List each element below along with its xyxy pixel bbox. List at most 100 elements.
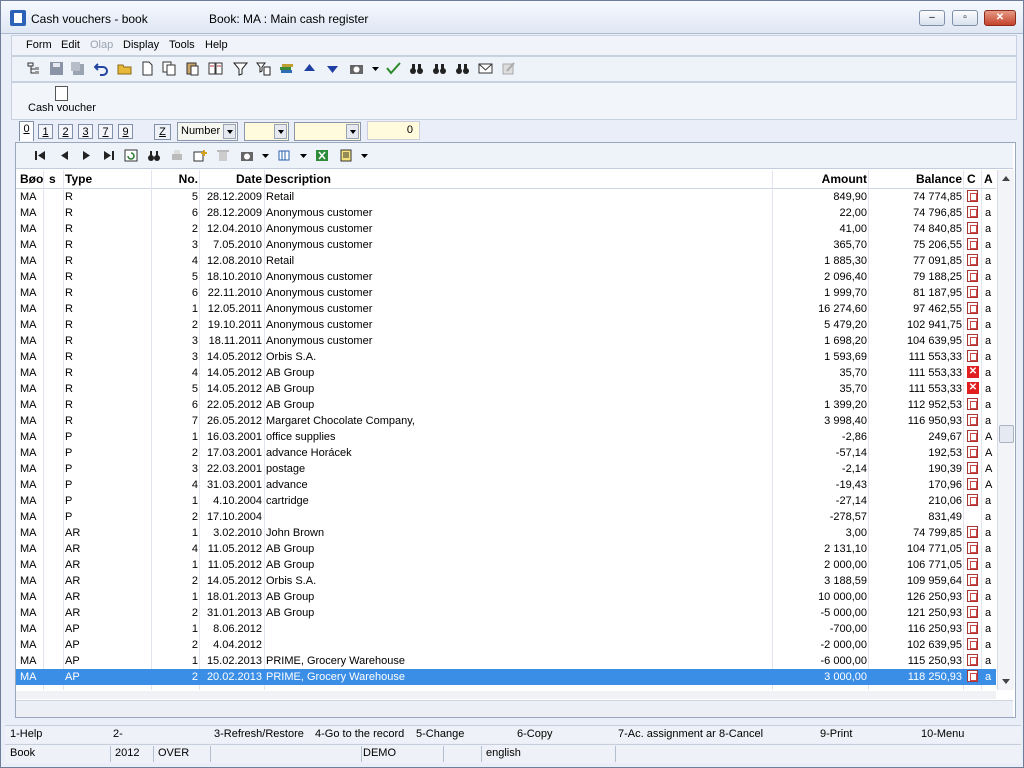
books-icon[interactable] bbox=[279, 61, 294, 76]
table-row[interactable]: MA AR 1 3.02.2010 John Brown 3,00 74 799,85 a bbox=[16, 525, 996, 541]
table-row[interactable]: MA AR 2 14.05.2012 Orbis S.A. 3 188,59 109 959… bbox=[16, 573, 996, 589]
attachment-document-icon[interactable] bbox=[967, 206, 978, 218]
table-row[interactable]: MA AP 2 20.02.2013 PRIME, Grocery Warehouse 3… bbox=[16, 669, 996, 685]
last-record-icon[interactable] bbox=[102, 149, 116, 162]
open-folder-icon[interactable] bbox=[117, 61, 132, 76]
attachment-document-icon[interactable] bbox=[967, 254, 978, 266]
scroll-thumb[interactable] bbox=[999, 425, 1014, 443]
fkey-8[interactable]: 8-Cancel bbox=[719, 728, 817, 740]
page-tab-9[interactable]: 9 bbox=[118, 124, 133, 139]
columns-icon[interactable] bbox=[278, 149, 292, 162]
table-row[interactable]: MA P 2 17.10.2004 -278,57 831,49 a bbox=[16, 509, 996, 525]
next-record-icon[interactable] bbox=[80, 149, 94, 162]
camera-dropdown-icon[interactable] bbox=[259, 149, 273, 162]
sort-field-select[interactable]: Number bbox=[177, 122, 238, 141]
table-row[interactable]: MA R 3 18.11.2011 Anonymous customer 1 698,20… bbox=[16, 333, 996, 349]
scroll-up-icon[interactable] bbox=[1002, 176, 1010, 181]
tree-icon[interactable] bbox=[26, 61, 41, 76]
camera-icon[interactable] bbox=[349, 61, 364, 76]
attachment-document-icon[interactable] bbox=[967, 590, 978, 602]
attachment-document-icon[interactable] bbox=[967, 302, 978, 314]
checkmark-arrow-icon[interactable] bbox=[386, 61, 401, 76]
filter-select-1[interactable] bbox=[244, 122, 289, 141]
attachment-document-icon[interactable] bbox=[967, 350, 978, 362]
table-row[interactable]: MA R 6 28.12.2009 Anonymous customer 22,00 74 … bbox=[16, 205, 996, 221]
fkey-1[interactable]: 1-Help bbox=[10, 728, 108, 740]
table-row[interactable]: MA R 5 14.05.2012 AB Group 35,70 111 553,33 a ✕ bbox=[16, 381, 996, 397]
table-row[interactable]: MA AR 4 11.05.2012 AB Group 2 131,10 104 771,0… bbox=[16, 541, 996, 557]
camera-icon[interactable] bbox=[240, 149, 254, 162]
maximize-button[interactable]: ▫ bbox=[952, 10, 978, 26]
col-amount[interactable]: Amount bbox=[776, 172, 867, 186]
chevron-down-icon[interactable] bbox=[274, 124, 287, 139]
table-row[interactable]: MA P 3 22.03.2001 postage -2,14 190,39 A bbox=[16, 461, 996, 477]
menu-edit[interactable]: Edit bbox=[61, 39, 80, 51]
table-row[interactable]: MA P 2 17.03.2001 advance Horácek -57,14 192,5… bbox=[16, 445, 996, 461]
table-row[interactable]: MA AR 2 31.01.2013 AB Group -5 000,00 121 250,… bbox=[16, 605, 996, 621]
table-row[interactable]: MA AR 1 11.05.2012 AB Group 2 000,00 106 771,0… bbox=[16, 557, 996, 573]
table-row[interactable]: MA R 7 26.05.2012 Margaret Chocolate Company… bbox=[16, 413, 996, 429]
paste-icon[interactable] bbox=[185, 61, 200, 76]
find-previous-icon[interactable] bbox=[455, 61, 470, 76]
attachment-document-icon[interactable] bbox=[967, 638, 978, 650]
filter-list-icon[interactable] bbox=[256, 61, 271, 76]
cancelled-x-icon[interactable]: ✕ bbox=[967, 382, 979, 394]
arrow-up-icon[interactable] bbox=[302, 61, 317, 76]
search-binoculars-icon[interactable] bbox=[147, 149, 161, 162]
attachment-document-icon[interactable] bbox=[967, 222, 978, 234]
save-icon[interactable] bbox=[49, 61, 64, 76]
book-icon[interactable] bbox=[208, 61, 223, 76]
table-row[interactable]: MA AP 1 8.06.2012 -700,00 116 250,93 a bbox=[16, 621, 996, 637]
attachment-document-icon[interactable] bbox=[967, 558, 978, 570]
col-balance[interactable]: Balance bbox=[868, 172, 962, 186]
col-c[interactable]: C bbox=[967, 172, 976, 186]
new-document-icon[interactable] bbox=[140, 61, 155, 76]
attachment-document-icon[interactable] bbox=[967, 270, 978, 282]
table-row[interactable]: MA R 6 22.05.2012 AB Group 1 399,20 112 952,53… bbox=[16, 397, 996, 413]
menu-tools[interactable]: Tools bbox=[169, 39, 195, 51]
table-row[interactable]: MA AP 1 15.02.2013 PRIME, Grocery Warehouse -… bbox=[16, 653, 996, 669]
table-row[interactable]: MA R 3 14.05.2012 Orbis S.A. 1 593,69 111 553,… bbox=[16, 349, 996, 365]
table-row[interactable]: MA R 2 19.10.2011 Anonymous customer 5 479,20… bbox=[16, 317, 996, 333]
scroll-down-icon[interactable] bbox=[1002, 679, 1010, 684]
menu-display[interactable]: Display bbox=[123, 39, 159, 51]
add-record-icon[interactable] bbox=[193, 149, 207, 162]
first-record-icon[interactable] bbox=[33, 149, 47, 162]
save-all-icon[interactable] bbox=[70, 61, 85, 76]
attachment-document-icon[interactable] bbox=[967, 318, 978, 330]
attachment-document-icon[interactable] bbox=[967, 542, 978, 554]
number-field[interactable]: 0 bbox=[367, 121, 420, 140]
col-date[interactable]: Date bbox=[206, 172, 262, 186]
page-tab-3[interactable]: 3 bbox=[78, 124, 93, 139]
report-icon[interactable] bbox=[339, 149, 353, 162]
table-row[interactable]: MA R 1 12.05.2011 Anonymous customer 16 274,6… bbox=[16, 301, 996, 317]
attachment-document-icon[interactable] bbox=[967, 606, 978, 618]
table-row[interactable]: MA R 4 14.05.2012 AB Group 35,70 111 553,33 a ✕ bbox=[16, 365, 996, 381]
attachment-document-icon[interactable] bbox=[967, 286, 978, 298]
attachment-document-icon[interactable] bbox=[967, 494, 978, 506]
fkey-6[interactable]: 6-Copy bbox=[517, 728, 615, 740]
columns-dropdown-icon[interactable] bbox=[297, 149, 311, 162]
minimize-button[interactable]: – bbox=[919, 10, 945, 26]
col-s[interactable]: s bbox=[49, 172, 56, 186]
fkey-7[interactable]: 7-Ac. assignment ar bbox=[618, 728, 716, 740]
mail-icon[interactable] bbox=[478, 61, 493, 76]
refresh-icon[interactable] bbox=[124, 149, 138, 162]
table-row[interactable]: MA R 5 28.12.2009 Retail 849,90 74 774,85 a bbox=[16, 189, 996, 205]
find-next-icon[interactable] bbox=[432, 61, 447, 76]
attachment-document-icon[interactable] bbox=[967, 526, 978, 538]
attachment-document-icon[interactable] bbox=[967, 574, 978, 586]
chevron-down-icon[interactable] bbox=[223, 124, 236, 139]
col-a[interactable]: A bbox=[984, 172, 993, 186]
col-book[interactable]: Bøo bbox=[20, 172, 43, 186]
attachment-document-icon[interactable] bbox=[967, 478, 978, 490]
fkey-4[interactable]: 4-Go to the record bbox=[315, 728, 413, 740]
table-row[interactable]: MA R 5 18.10.2010 Anonymous customer 2 096,40… bbox=[16, 269, 996, 285]
table-row[interactable]: MA P 4 31.03.2001 advance -19,43 170,96 A bbox=[16, 477, 996, 493]
fkey-10[interactable]: 10-Menu bbox=[921, 728, 1019, 740]
col-no[interactable]: No. bbox=[151, 172, 198, 186]
table-row[interactable]: MA R 4 12.08.2010 Retail 1 885,30 77 091,85 a bbox=[16, 253, 996, 269]
attachment-document-icon[interactable] bbox=[967, 622, 978, 634]
cash-voucher-button[interactable]: Cash voucher bbox=[28, 102, 96, 114]
undo-icon[interactable] bbox=[94, 61, 109, 76]
